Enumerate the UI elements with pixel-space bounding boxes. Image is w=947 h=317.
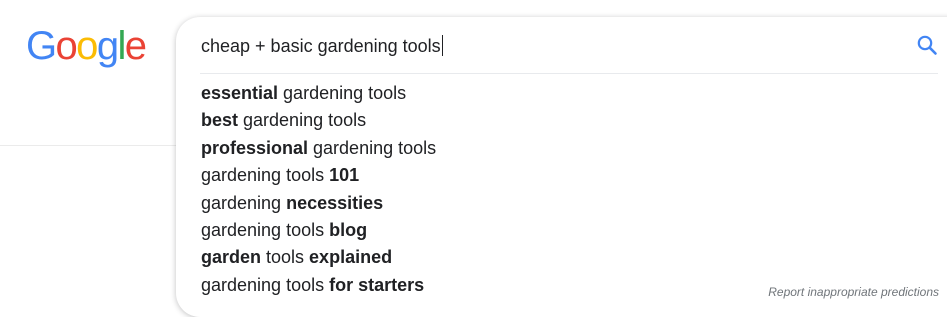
- suggestion-bold-text: best: [201, 110, 239, 131]
- search-box: cheap + basic gardening tools essential …: [176, 17, 947, 317]
- text-caret: [441, 35, 443, 56]
- suggestion-bold-text: for starters: [329, 274, 425, 295]
- suggestion-bold-text: blog: [329, 219, 368, 240]
- suggestion-item[interactable]: gardening tools for starters: [176, 272, 436, 299]
- search-query-text: cheap + basic gardening tools: [201, 36, 441, 56]
- suggestion-item[interactable]: garden tools explained: [176, 244, 436, 271]
- header-divider: [0, 145, 176, 146]
- suggestion-text: tools: [261, 247, 310, 268]
- suggestion-item[interactable]: best gardening tools: [176, 107, 436, 134]
- search-input-row[interactable]: cheap + basic gardening tools: [176, 17, 947, 73]
- suggestion-bold-text: necessities: [286, 192, 384, 213]
- report-predictions-link[interactable]: Report inappropriate predictions: [768, 285, 939, 299]
- suggestion-text: gardening: [201, 192, 287, 213]
- search-icon[interactable]: [915, 33, 939, 57]
- google-logo[interactable]: Google: [26, 24, 147, 68]
- search-input[interactable]: cheap + basic gardening tools: [201, 34, 443, 58]
- suggestion-text: gardening tools: [308, 137, 437, 158]
- suggestion-item[interactable]: gardening tools blog: [176, 217, 436, 244]
- logo-letter: o: [76, 24, 98, 68]
- suggestion-item[interactable]: professional gardening tools: [176, 135, 436, 162]
- suggestion-text: gardening tools: [278, 83, 407, 103]
- suggestion-bold-text: essential: [201, 83, 279, 103]
- suggestion-item[interactable]: gardening necessities: [176, 190, 436, 217]
- suggestion-text: gardening tools: [201, 274, 330, 295]
- suggestion-item[interactable]: essential gardening tools: [176, 80, 436, 107]
- logo-letter: e: [124, 24, 147, 68]
- suggestion-bold-text: garden: [201, 247, 262, 268]
- logo-letter: g: [96, 24, 119, 68]
- suggestion-text: gardening tools: [201, 219, 330, 240]
- logo-letter: G: [26, 24, 57, 68]
- suggestions-list: essential gardening tools best gardening …: [176, 80, 436, 299]
- suggestion-bold-text: 101: [329, 165, 360, 186]
- suggestions-divider: [200, 73, 938, 74]
- suggestion-bold-text: explained: [309, 247, 393, 268]
- suggestion-text: gardening tools: [201, 165, 330, 186]
- suggestion-text: gardening tools: [238, 110, 367, 131]
- suggestion-item[interactable]: gardening tools 101: [176, 162, 436, 189]
- suggestion-bold-text: professional: [201, 137, 309, 158]
- logo-letter: l: [117, 24, 126, 68]
- logo-letter: o: [55, 24, 78, 68]
